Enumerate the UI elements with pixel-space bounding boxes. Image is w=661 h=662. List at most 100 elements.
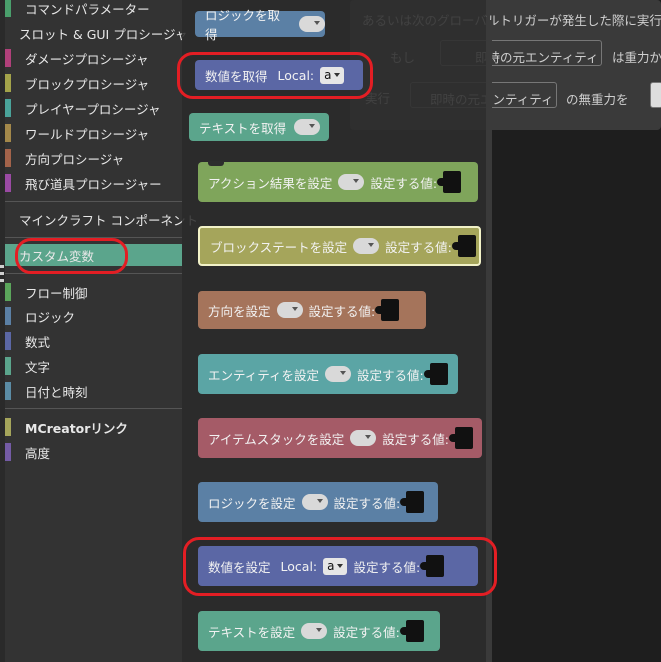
category-swatch: [5, 99, 11, 117]
set-direction-block[interactable]: 方向を設定 設定する値:: [198, 291, 426, 329]
block-label: ロジックを取得: [205, 8, 281, 42]
category-logic[interactable]: ロジック: [5, 305, 182, 327]
value-label: 設定する値:: [333, 624, 400, 640]
workspace-gravity-label: は重力か: [612, 50, 661, 65]
chevron-down-icon: [309, 124, 316, 128]
value-label: 設定する値:: [382, 431, 449, 447]
category-swatch: [5, 0, 11, 17]
set-action-result-block[interactable]: アクション結果を設定 設定する値:: [198, 161, 478, 202]
chevron-down-icon: [365, 435, 372, 439]
value-input-socket[interactable]: [437, 171, 462, 193]
variable-dropdown[interactable]: [299, 16, 325, 32]
variable-dropdown[interactable]: [301, 494, 328, 510]
category-label: 日付と時刻: [25, 384, 88, 400]
category-mcreator-link[interactable]: MCreatorリンク: [5, 416, 182, 438]
block-label: ロジックを設定: [208, 495, 296, 511]
category-label: ダメージプロシージャ: [25, 51, 149, 67]
category-block[interactable]: ブロックプロシージャ: [5, 72, 182, 94]
value-label: 設定する値:: [385, 239, 452, 255]
value-label: 設定する値:: [308, 303, 376, 319]
block-notch: [208, 161, 224, 166]
value-input-socket[interactable]: [399, 620, 424, 642]
resize-grip-dot[interactable]: [0, 265, 4, 268]
category-text[interactable]: 文字: [5, 355, 182, 377]
toolbox: コマンドパラメーター スロット & GUI プロシージャ ダメージプロシージャ …: [0, 0, 198, 662]
category-swatch: [5, 332, 11, 350]
value-input-socket[interactable]: [375, 299, 400, 321]
get-text-block[interactable]: テキストを取得: [189, 113, 329, 141]
workspace-no-gravity-label: の無重力を: [566, 92, 629, 107]
category-swatch: [5, 74, 11, 92]
category-label: 飛び道具プロシージャー: [25, 176, 162, 192]
category-swatch: [5, 124, 11, 142]
set-block-state-block[interactable]: ブロックステートを設定 設定する値:: [198, 226, 481, 266]
chevron-down-icon: [316, 628, 323, 632]
category-swatch: [5, 246, 11, 264]
block-label: エンティティを設定: [208, 367, 320, 383]
value-label: 設定する値:: [370, 175, 438, 191]
block-label: ブロックステートを設定: [210, 239, 348, 255]
category-world[interactable]: ワールドプロシージャ: [5, 122, 182, 144]
workspace-entity-label: 即時の元エンティティ: [475, 50, 599, 65]
category-label: プレイヤープロシージャ: [25, 101, 161, 117]
resize-grip-dot[interactable]: [0, 279, 4, 282]
chevron-down-icon: [340, 371, 347, 375]
category-flow-control[interactable]: フロー制御: [5, 281, 182, 303]
category-swatch: [5, 174, 11, 192]
category-label: ワールドプロシージャ: [25, 126, 150, 142]
chevron-down-icon: [316, 499, 323, 503]
chevron-down-icon: [314, 21, 320, 25]
category-damage[interactable]: ダメージプロシージャ: [5, 47, 182, 69]
category-math[interactable]: 数式: [5, 330, 182, 352]
category-projectile[interactable]: 飛び道具プロシージャー: [5, 172, 182, 194]
category-label: スロット & GUI プロシージャ: [19, 26, 188, 42]
category-label: 方向プロシージャ: [25, 151, 125, 167]
category-direction[interactable]: 方向プロシージャ: [5, 147, 182, 169]
category-divider: [5, 201, 182, 202]
variable-dropdown[interactable]: [301, 623, 328, 639]
category-divider: [5, 408, 182, 409]
block-label: 方向を設定: [208, 303, 271, 319]
set-entity-block[interactable]: エンティティを設定 設定する値:: [198, 354, 458, 394]
chevron-down-icon: [368, 243, 375, 247]
variable-dropdown[interactable]: [353, 238, 380, 254]
value-input-socket[interactable]: [423, 363, 448, 385]
category-swatch: [5, 283, 11, 301]
value-input-socket[interactable]: [400, 491, 425, 513]
category-swatch: [5, 382, 11, 400]
category-swatch: [5, 443, 11, 461]
block-label: アクション結果を設定: [208, 175, 333, 191]
category-label: 高度: [25, 445, 51, 461]
set-text-block[interactable]: テキストを設定 設定する値:: [198, 611, 440, 651]
chevron-down-icon: [291, 307, 298, 311]
highlight-ring: [15, 238, 128, 274]
value-input-socket[interactable]: [448, 427, 473, 449]
category-advanced[interactable]: 高度: [5, 441, 182, 463]
set-logic-block[interactable]: ロジックを設定 設定する値:: [198, 482, 438, 522]
category-label: ロジック: [25, 309, 76, 325]
category-label: ブロックプロシージャ: [25, 76, 150, 92]
category-player[interactable]: プレイヤープロシージャ: [5, 97, 182, 119]
highlight-ring: [177, 52, 373, 99]
category-slot-gui[interactable]: スロット & GUI プロシージャ: [5, 22, 187, 44]
category-swatch: [5, 418, 11, 436]
variable-dropdown[interactable]: [276, 302, 303, 318]
workspace-input-stub[interactable]: [650, 82, 661, 108]
value-input-socket[interactable]: [451, 235, 476, 257]
category-label: マインクラフト コンポーネント: [19, 212, 198, 228]
category-minecraft-components[interactable]: マインクラフト コンポーネント: [5, 208, 198, 230]
category-date-time[interactable]: 日付と時刻: [5, 380, 182, 402]
category-swatch: [5, 357, 11, 375]
category-swatch: [5, 49, 11, 67]
category-command-parameters[interactable]: コマンドパラメーター: [5, 0, 182, 19]
variable-dropdown[interactable]: [350, 430, 377, 446]
resize-grip-dot[interactable]: [0, 272, 4, 275]
get-logic-block[interactable]: ロジックを取得: [195, 8, 325, 42]
highlight-ring: [183, 537, 497, 596]
variable-dropdown[interactable]: [325, 366, 352, 382]
variable-dropdown[interactable]: [294, 119, 321, 135]
variable-dropdown[interactable]: [338, 174, 365, 190]
value-label: 設定する値:: [333, 495, 401, 511]
category-label: フロー制御: [25, 285, 88, 301]
set-itemstack-block[interactable]: アイテムスタックを設定 設定する値:: [198, 418, 482, 458]
